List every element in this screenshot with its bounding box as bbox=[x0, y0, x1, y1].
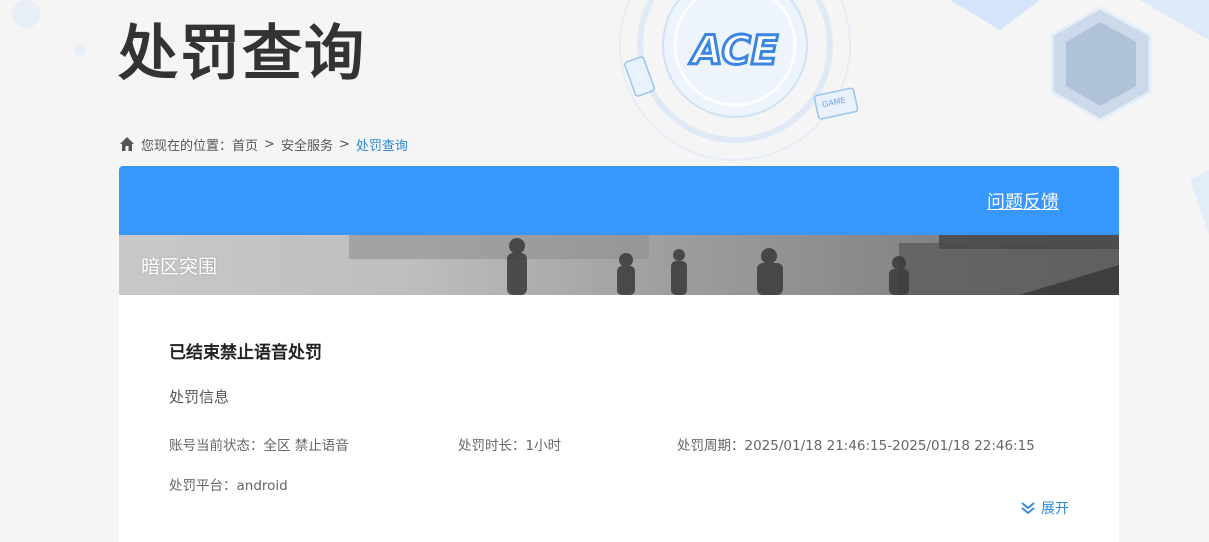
feedback-link[interactable]: 问题反馈 bbox=[987, 188, 1059, 214]
penalty-duration: 处罚时长：1小时 bbox=[458, 438, 562, 454]
home-icon bbox=[119, 136, 135, 152]
ace-logo-text: ACE bbox=[689, 28, 778, 74]
breadcrumb-separator: > bbox=[264, 136, 275, 152]
ace-logo: ACE bbox=[682, 24, 788, 76]
section-label: 处罚信息 bbox=[169, 388, 230, 406]
card-header: 问题反馈 bbox=[119, 166, 1119, 235]
double-chevron-down-icon bbox=[1020, 500, 1036, 516]
breadcrumb-separator: > bbox=[338, 136, 350, 152]
penalty-record: 已结束禁止语音处罚 处罚信息 账号当前状态：全区 禁止语音 处罚时长：1小时 处… bbox=[119, 338, 1119, 494]
breadcrumb-prefix: 您现在的位置： bbox=[141, 138, 233, 154]
soldiers-silhouette-image bbox=[349, 235, 1119, 295]
info-row: 账号当前状态：全区 禁止语音 处罚时长：1小时 处罚周期：2025/01/18 … bbox=[169, 434, 1069, 454]
penalty-card: 问题反馈 暗区突围 已结束禁止语音处罚 处罚信息 账号当前状态：全区 禁止语音 … bbox=[119, 166, 1119, 542]
breadcrumb-security-link[interactable]: 安全服务 bbox=[281, 135, 333, 154]
game-name: 暗区突围 bbox=[141, 256, 218, 278]
game-phone-icon bbox=[624, 56, 656, 97]
expand-label: 展开 bbox=[1041, 501, 1069, 517]
penalty-period: 处罚周期：2025/01/18 21:46:15-2025/01/18 22:4… bbox=[677, 438, 1035, 454]
game-badge-label: GAME bbox=[821, 95, 847, 110]
breadcrumb-home-link[interactable]: 首页 bbox=[232, 135, 258, 154]
penalty-platform: 处罚平台：android bbox=[169, 478, 288, 494]
breadcrumb: 您现在的位置： 首页 > 安全服务 > 处罚查询 bbox=[119, 134, 408, 154]
page-title: 处罚查询 bbox=[118, 19, 366, 89]
breadcrumb-current: 处罚查询 bbox=[355, 138, 408, 154]
account-status: 账号当前状态：全区 禁止语音 bbox=[169, 438, 349, 454]
record-title: 已结束禁止语音处罚 bbox=[169, 343, 322, 363]
game-banner: 暗区突围 bbox=[119, 235, 1119, 295]
expand-button[interactable]: 展开 bbox=[1020, 498, 1069, 518]
